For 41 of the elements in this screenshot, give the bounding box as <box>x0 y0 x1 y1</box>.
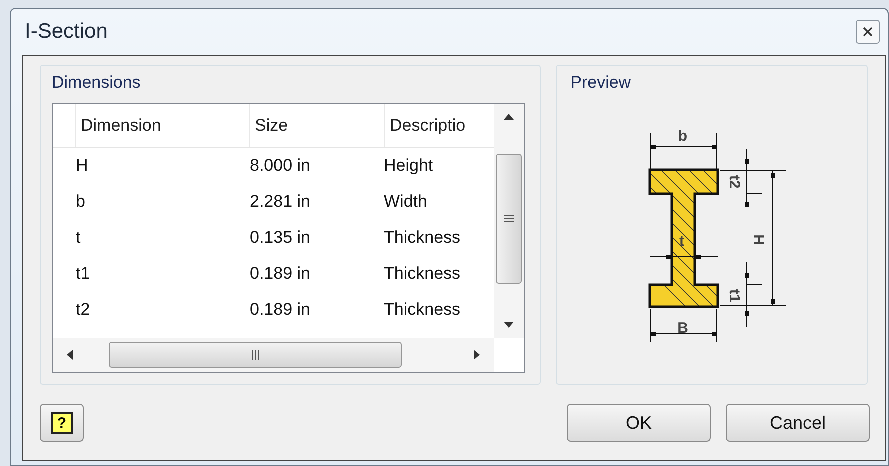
table-cell-text: b <box>75 191 86 214</box>
table-cell-text: H <box>75 155 90 178</box>
table-cell-text: 2.281 in <box>249 191 312 214</box>
dimension-label: t <box>679 232 684 250</box>
scrollbar-thumb[interactable] <box>496 154 522 284</box>
group-title: Preview <box>570 72 632 94</box>
horizontal-scrollbar[interactable] <box>53 338 494 372</box>
dimension-label: b <box>678 128 688 145</box>
dimension-label: B <box>677 320 688 337</box>
grip-icon <box>252 350 260 360</box>
table-cell-text: t2 <box>75 299 92 322</box>
grip-icon <box>504 215 514 223</box>
dimension-label: t2 <box>726 175 743 189</box>
table-cell-text: Width <box>384 191 428 214</box>
column-header[interactable]: Size <box>249 104 384 147</box>
table-cell-text: 8.000 in <box>249 155 312 178</box>
table-cell-text: Thickness <box>384 299 462 322</box>
vertical-scrollbar[interactable] <box>494 104 524 338</box>
close-button[interactable] <box>856 20 880 44</box>
help-button[interactable]: ? <box>40 404 84 442</box>
dimension-label: t1 <box>726 289 743 303</box>
scroll-right-icon[interactable] <box>474 350 480 360</box>
dialog-button[interactable]: Cancel <box>726 404 870 442</box>
scroll-down-icon[interactable] <box>504 322 514 328</box>
table-cell-text: 0.135 in <box>249 227 312 250</box>
table-cell-text: t1 <box>75 263 92 286</box>
dialog-button[interactable]: OK <box>567 404 711 442</box>
table-cell-text: 0.189 in <box>249 263 312 286</box>
scroll-up-icon[interactable] <box>504 114 514 120</box>
group-title: Dimensions <box>52 72 142 94</box>
scrollbar-thumb[interactable] <box>109 342 402 368</box>
table-cell-text: Height <box>384 155 434 178</box>
dimension-label: H <box>750 234 767 246</box>
scroll-left-icon[interactable] <box>67 350 73 360</box>
close-icon <box>863 27 873 37</box>
window-title: I-Section <box>25 19 108 46</box>
table-cell-text: 0.189 in <box>249 299 312 322</box>
table-cell-text: Thickness <box>384 227 462 250</box>
table-cell-text: Thickness <box>384 263 462 286</box>
table-cell-text: t <box>75 227 82 250</box>
column-header[interactable]: Dimension <box>75 104 249 147</box>
